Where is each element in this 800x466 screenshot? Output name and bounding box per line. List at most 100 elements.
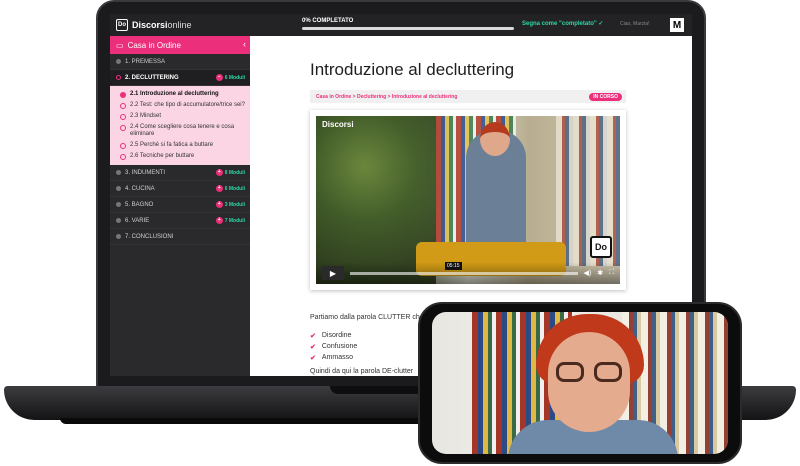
list-item: ✔ Ammasso <box>310 352 357 363</box>
module-count: 6 Moduli <box>224 74 245 81</box>
volume-icon[interactable]: ◀) <box>584 269 592 277</box>
lesson-label: 2.2 Test: che tipo di accumulatore/trice… <box>130 102 245 108</box>
lesson-label: 2.1 Introduzione al decluttering <box>130 91 219 97</box>
chapter-label: 4. CUCINA <box>125 185 155 192</box>
lesson-item[interactable]: 2.2 Test: che tipo di accumulatore/trice… <box>120 100 250 111</box>
avatar[interactable]: M <box>670 18 684 32</box>
sidebar-item-decluttering[interactable]: 2. DECLUTTERING −6 Moduli <box>110 70 250 86</box>
progress-bar <box>302 27 514 30</box>
module-count: 8 Moduli <box>224 169 245 176</box>
seek-time: 05:15 <box>445 261 462 270</box>
video-watermark: Discorsi <box>322 120 354 129</box>
settings-gear-icon[interactable]: ✱ <box>597 269 603 277</box>
check-icon: ✔ <box>310 343 316 351</box>
list-item-text: Disordine <box>321 332 352 339</box>
user-greeting: Ciao, Marzia! <box>620 21 650 27</box>
chapter-dot-icon <box>116 218 121 223</box>
chapter-label: 1. PREMESSA <box>125 58 166 65</box>
module-count-badge: +3 Moduli <box>215 201 245 208</box>
chapter-label: 6. VARIE <box>125 217 150 224</box>
play-button[interactable]: ▶ <box>322 266 344 280</box>
phone-presenter-face <box>548 332 630 432</box>
chapter-dot-icon <box>116 186 121 191</box>
lesson-status-icon <box>120 91 126 98</box>
lesson-status-icon <box>120 142 126 149</box>
course-progress: 0% COMPLETATO <box>302 18 514 30</box>
phone-video[interactable] <box>432 312 728 454</box>
progress-label: 0% COMPLETATO <box>302 18 354 24</box>
lesson-item[interactable]: 2.4 Come scegliere cosa tenere e cosa el… <box>120 122 250 140</box>
lesson-status-icon <box>120 124 126 131</box>
logo-icon: Do <box>116 19 128 31</box>
plus-icon: + <box>215 217 223 224</box>
glasses-icon <box>556 362 584 382</box>
video-logo-badge: Do <box>590 236 612 258</box>
lesson-label: 2.4 Come scegliere cosa tenere e cosa el… <box>130 124 235 137</box>
module-count: 6 Moduli <box>224 185 245 192</box>
collapse-icon[interactable]: ‹ <box>243 39 246 49</box>
sidebar-item-varie[interactable]: 6. VARIE +7 Moduli <box>110 213 250 229</box>
video-player[interactable]: Discorsi Do ▶ 05:15 ◀) ✱ ⛶ <box>310 110 626 290</box>
plus-icon: + <box>215 169 223 176</box>
closing-text: Quindi da qui la parola DE-clutter <box>310 368 414 375</box>
smartphone <box>418 302 742 464</box>
lesson-item[interactable]: 2.1 Introduzione al decluttering <box>120 89 250 100</box>
sidebar-item-cucina[interactable]: 4. CUCINA +6 Moduli <box>110 181 250 197</box>
lesson-status-icon <box>120 113 126 120</box>
module-count-badge: +8 Moduli <box>215 169 245 176</box>
page-title: Introduzione al decluttering <box>310 60 515 79</box>
lesson-item[interactable]: 2.6 Tecniche per buttare <box>120 151 250 162</box>
chapter-dot-icon <box>116 170 121 175</box>
list-item-text: Ammasso <box>321 354 353 361</box>
breadcrumb[interactable]: Casa in Ordine > Decluttering > Introduz… <box>316 94 457 100</box>
chapter-label: 5. BAGNO <box>125 201 154 208</box>
list-item: ✔ Confusione <box>310 341 357 352</box>
video-frame[interactable]: Discorsi Do ▶ 05:15 ◀) ✱ ⛶ <box>316 116 620 284</box>
fullscreen-icon[interactable]: ⛶ <box>609 269 614 277</box>
plus-icon: + <box>215 201 223 208</box>
lesson-label: 2.3 Mindset <box>130 113 162 119</box>
mark-complete-button[interactable]: Segna come "completato" ✓ <box>522 20 603 27</box>
lesson-label: 2.6 Tecniche per buttare <box>130 153 195 159</box>
lesson-label: 2.5 Perché si fa fatica a buttare <box>130 142 214 148</box>
play-icon: ▶ <box>329 268 337 278</box>
glasses-icon <box>594 362 622 382</box>
chapter-dot-icon <box>116 234 121 239</box>
list-item-text: Confusione <box>321 343 358 350</box>
seek-bar[interactable]: 05:15 <box>350 261 578 275</box>
sidebar-item-bagno[interactable]: 5. BAGNO +3 Moduli <box>110 197 250 213</box>
sidebar-item-premessa[interactable]: 1. PREMESSA <box>110 54 250 70</box>
chapter-dot-icon <box>116 59 121 64</box>
brand-logo[interactable]: Do Discorsionline <box>110 19 250 31</box>
sidebar-item-indumenti[interactable]: 3. INDUMENTI +8 Moduli <box>110 165 250 181</box>
lesson-item[interactable]: 2.5 Perché si fa fatica a buttare <box>120 140 250 151</box>
breadcrumb-bar: Casa in Ordine > Decluttering > Introduz… <box>310 90 626 103</box>
video-controls: ▶ 05:15 ◀) ✱ ⛶ <box>316 261 620 284</box>
status-badge: IN CORSO <box>589 93 622 101</box>
course-title: Casa in Ordine <box>127 40 181 50</box>
chapter-label: 3. INDUMENTI <box>125 169 166 176</box>
list-item: ✔ Disordine <box>310 330 357 341</box>
chapter-dot-icon <box>116 75 121 80</box>
chapter-label: 7. CONCLUSIONI <box>125 233 174 240</box>
module-count: 7 Moduli <box>224 217 245 224</box>
sidebar: ▭ Casa in Ordine ‹ 1. PREMESSA 2. DECLUT… <box>110 36 250 376</box>
sidebar-item-conclusioni[interactable]: 7. CONCLUSIONI <box>110 229 250 245</box>
module-count-badge: +7 Moduli <box>215 217 245 224</box>
plus-icon: + <box>215 185 223 192</box>
bullet-list: ✔ Disordine ✔ Confusione ✔ Ammasso <box>310 330 357 363</box>
module-count-badge: −6 Moduli <box>215 74 245 81</box>
lesson-item[interactable]: 2.3 Mindset <box>120 111 250 122</box>
lesson-status-icon <box>120 102 126 109</box>
logo-text-light: online <box>167 20 192 30</box>
module-count-badge: +6 Moduli <box>215 185 245 192</box>
lesson-list: 2.1 Introduzione al decluttering 2.2 Tes… <box>110 86 250 165</box>
logo-text-bold: Discorsi <box>132 20 168 30</box>
folder-icon: ▭ <box>116 40 124 50</box>
logo-text: Discorsionline <box>132 20 192 30</box>
check-icon: ✔ <box>310 332 316 340</box>
top-bar: Do Discorsionline 0% COMPLETATO Segna co… <box>110 14 692 36</box>
course-header[interactable]: ▭ Casa in Ordine ‹ <box>110 36 250 54</box>
device-mockup: Do Discorsionline 0% COMPLETATO Segna co… <box>0 0 800 466</box>
lesson-status-icon <box>120 153 126 160</box>
